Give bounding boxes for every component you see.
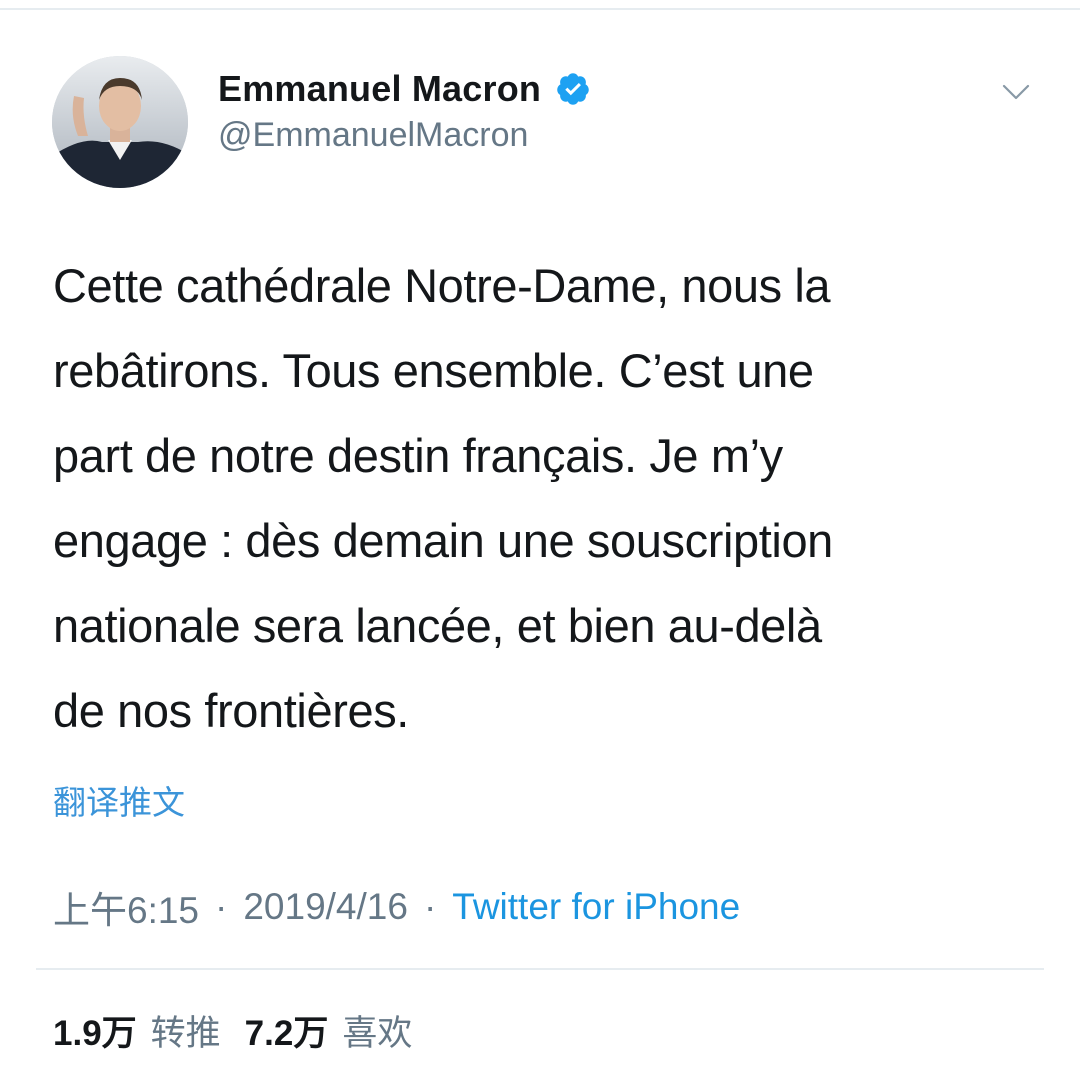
tweet-detail-page: Emmanuel Macron @EmmanuelMacron Cette ca… <box>0 0 1080 1083</box>
top-divider <box>0 8 1080 10</box>
tweet-line: Cette cathédrale Notre-Dame, nous la <box>53 259 831 312</box>
stats-divider <box>36 968 1044 970</box>
meta-separator: · <box>215 886 228 927</box>
retweets-count: 1.9万 <box>53 1014 137 1053</box>
tweet-line: part de notre destin français. Je m’y <box>53 429 783 482</box>
tweet-line: nationale sera lancée, et bien au-delà <box>53 599 822 652</box>
likes-count: 7.2万 <box>244 1014 329 1053</box>
display-name[interactable]: Emmanuel Macron <box>218 68 541 110</box>
tweet-stats: 1.9万 转推 7.2万 喜欢 <box>53 1005 412 1056</box>
tweet-line: rebâtirons. Tous ensemble. C’est une <box>53 344 814 397</box>
tweet-time[interactable]: 上午6:15 <box>53 880 199 934</box>
chevron-down-icon[interactable] <box>998 78 1034 106</box>
tweet-meta: 上午6:15 · 2019/4/16 · Twitter for iPhone <box>53 880 740 934</box>
retweets-label: 转推 <box>150 1014 221 1053</box>
tweet-source-link[interactable]: Twitter for iPhone <box>452 886 740 928</box>
tweet-text: Cette cathédrale Notre-Dame, nous la reb… <box>53 243 1033 753</box>
meta-separator: · <box>423 886 437 927</box>
verified-badge-icon <box>555 71 591 107</box>
user-handle[interactable]: @EmmanuelMacron <box>218 116 528 155</box>
name-row: Emmanuel Macron <box>218 66 591 112</box>
avatar-photo <box>52 56 188 188</box>
tweet-line: engage : dès demain une souscription <box>53 514 833 567</box>
tweet-date[interactable]: 2019/4/16 <box>243 886 408 928</box>
tweet-line: de nos frontières. <box>53 684 409 737</box>
likes-stat[interactable]: 7.2万 喜欢 <box>245 1005 413 1056</box>
avatar[interactable] <box>52 56 188 188</box>
translate-tweet-link[interactable]: 翻译推文 <box>53 776 185 824</box>
likes-label: 喜欢 <box>342 1014 413 1053</box>
retweets-stat[interactable]: 1.9万 转推 <box>53 1005 221 1056</box>
